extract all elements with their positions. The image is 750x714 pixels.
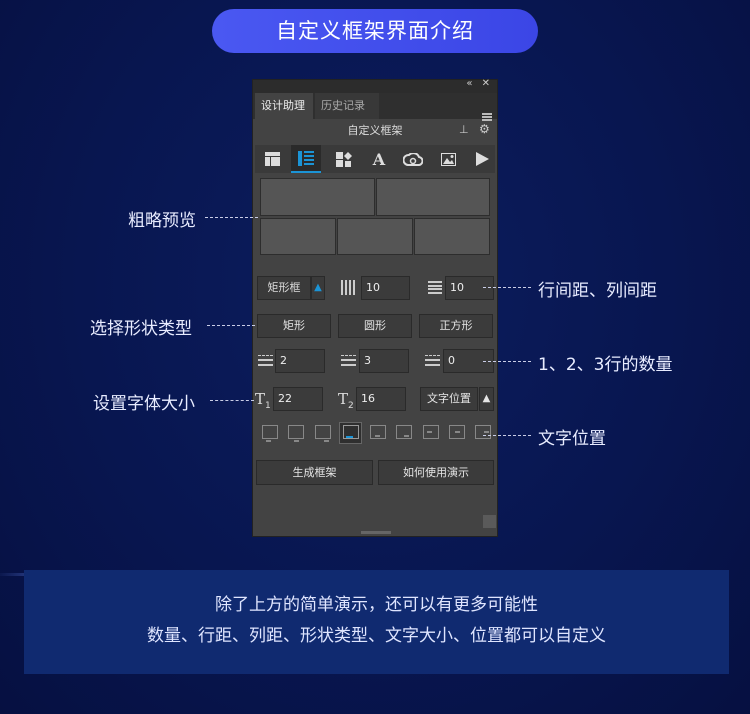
creative-cloud-icon[interactable] bbox=[398, 145, 428, 173]
play-icon[interactable] bbox=[467, 145, 497, 173]
circle-button[interactable]: 圆形 bbox=[338, 314, 412, 338]
panel-topbar: « ✕ bbox=[253, 78, 497, 93]
collapse-close-icons[interactable]: « ✕ bbox=[466, 78, 493, 89]
body-font-size-icon: T2 bbox=[338, 390, 354, 411]
text-position-option[interactable] bbox=[288, 425, 304, 442]
rectangle-button[interactable]: 矩形 bbox=[257, 314, 331, 338]
text-position-selector[interactable]: 文字位置 bbox=[420, 387, 478, 411]
gear-icon[interactable]: ⚙ bbox=[479, 122, 490, 136]
annotation-shape-type-leader bbox=[207, 325, 255, 326]
annotation-text-position-leader bbox=[483, 435, 531, 436]
text-position-dropdown-icon[interactable]: ▲ bbox=[479, 387, 494, 411]
layout-icon[interactable] bbox=[257, 145, 287, 173]
annotation-spacing: 行间距、列间距 bbox=[538, 281, 657, 301]
frame-preview bbox=[260, 178, 492, 258]
info-line-2: 数量、行距、列距、形状类型、文字大小、位置都可以自定义 bbox=[147, 626, 606, 646]
image-icon[interactable] bbox=[433, 145, 463, 173]
annotation-shape-type: 选择形状类型 bbox=[90, 319, 192, 339]
row2-count-icon bbox=[341, 355, 356, 366]
preview-cell bbox=[260, 218, 336, 255]
generate-frame-button[interactable]: 生成框架 bbox=[256, 460, 373, 485]
annotation-font-size: 设置字体大小 bbox=[93, 394, 195, 414]
annotation-spacing-leader bbox=[483, 287, 531, 288]
text-position-option[interactable] bbox=[315, 425, 331, 442]
title-font-size-icon: T1 bbox=[255, 390, 271, 411]
page-title: 自定义框架界面介绍 bbox=[212, 9, 538, 53]
preview-cell bbox=[414, 218, 490, 255]
tab-history[interactable]: 历史记录 bbox=[315, 93, 379, 119]
preview-cell bbox=[260, 178, 375, 216]
row-spacing-icon bbox=[428, 281, 442, 294]
row3-count-icon bbox=[425, 355, 440, 366]
panel-toolbar: A bbox=[255, 145, 495, 173]
resize-handle[interactable] bbox=[483, 515, 496, 528]
custom-frame-panel: « ✕ 设计助理 历史记录 自定义框架 ⊥ ⚙ A 矩形框 ▲ 10 10 矩形… bbox=[252, 78, 498, 537]
annotation-preview: 粗略预览 bbox=[128, 211, 196, 231]
annotation-row-count: 1、2、3行的数量 bbox=[538, 355, 673, 375]
text-position-option[interactable] bbox=[423, 425, 439, 439]
text-position-option[interactable] bbox=[396, 425, 412, 439]
row1-count-icon bbox=[258, 355, 273, 366]
panel-title-row: 自定义框架 ⊥ ⚙ bbox=[253, 119, 497, 143]
info-line-1: 除了上方的简单演示，还可以有更多可能性 bbox=[215, 595, 538, 615]
tab-bar: 设计助理 历史记录 bbox=[253, 93, 497, 121]
column-spacing-field[interactable]: 10 bbox=[361, 276, 410, 300]
square-button[interactable]: 正方形 bbox=[419, 314, 493, 338]
row-spacing-field[interactable]: 10 bbox=[445, 276, 494, 300]
text-position-option[interactable] bbox=[262, 425, 278, 442]
preview-cell bbox=[337, 218, 413, 255]
column-spacing-icon bbox=[341, 280, 355, 295]
list-icon[interactable] bbox=[291, 145, 321, 173]
tab-design-assistant[interactable]: 设计助理 bbox=[255, 93, 313, 119]
annotation-preview-leader bbox=[205, 217, 258, 218]
pin-icon[interactable]: ⊥ bbox=[459, 123, 469, 136]
shape-selector-dropdown-icon[interactable]: ▲ bbox=[311, 276, 325, 300]
info-box: 除了上方的简单演示，还可以有更多可能性 数量、行距、列距、形状类型、文字大小、位… bbox=[24, 570, 729, 674]
text-position-option[interactable] bbox=[370, 425, 386, 439]
panel-scrollbar[interactable] bbox=[361, 531, 391, 534]
preview-cell bbox=[376, 178, 490, 216]
row1-count-field[interactable]: 2 bbox=[275, 349, 325, 373]
text-a-icon[interactable]: A bbox=[364, 145, 394, 173]
annotation-text-position: 文字位置 bbox=[538, 429, 606, 449]
shape-selector[interactable]: 矩形框 bbox=[257, 276, 311, 300]
text-position-option[interactable] bbox=[449, 425, 465, 439]
row2-count-field[interactable]: 3 bbox=[359, 349, 409, 373]
body-font-size-field[interactable]: 16 bbox=[356, 387, 406, 411]
text-position-option-active[interactable] bbox=[343, 425, 359, 439]
howto-demo-button[interactable]: 如何使用演示 bbox=[378, 460, 494, 485]
annotation-row-count-leader bbox=[483, 361, 531, 362]
text-position-option[interactable] bbox=[475, 425, 491, 439]
annotation-font-size-leader bbox=[210, 400, 254, 401]
title-font-size-field[interactable]: 22 bbox=[273, 387, 323, 411]
shapes-icon[interactable] bbox=[329, 145, 359, 173]
